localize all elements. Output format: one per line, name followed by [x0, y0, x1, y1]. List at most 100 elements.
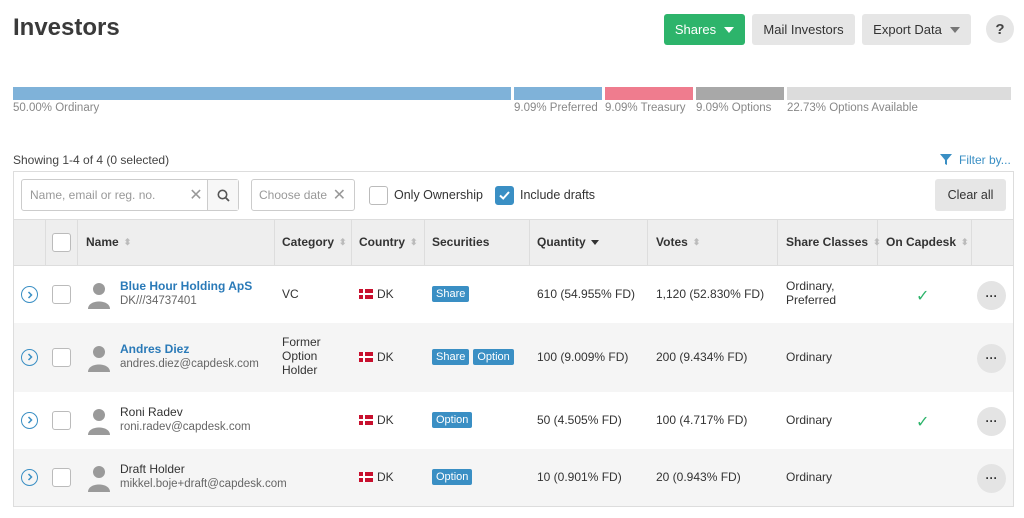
distribution-bar-options	[696, 87, 784, 100]
avatar-icon	[86, 464, 112, 492]
search-input[interactable]	[22, 180, 185, 210]
distribution-bar-available	[787, 87, 1011, 100]
export-data-label: Export Data	[873, 22, 942, 37]
votes-cell: 1,120 (52.830% FD)	[656, 287, 765, 301]
column-securities-label: Securities	[432, 235, 490, 249]
row-actions-button[interactable]: ···	[977, 281, 1006, 310]
investor-name[interactable]: Blue Hour Holding ApS	[120, 279, 300, 293]
sort-desc-icon	[590, 239, 599, 245]
row-actions-button[interactable]: ···	[977, 406, 1006, 436]
column-header-category[interactable]: Category ⬍	[282, 235, 347, 249]
security-badge: Share	[432, 348, 470, 365]
column-divider	[971, 220, 972, 266]
expand-row-icon[interactable]	[21, 348, 38, 366]
column-header-securities: Securities	[432, 235, 489, 249]
column-header-votes[interactable]: Votes ⬍	[656, 235, 700, 249]
column-divider	[424, 220, 425, 266]
sort-icon: ⬍	[692, 236, 701, 247]
column-header-share-classes[interactable]: Share Classes ⬍	[786, 235, 881, 249]
column-divider	[351, 220, 352, 266]
column-header-on-capdesk[interactable]: On Capdesk ⬍	[886, 235, 969, 249]
distribution-label-preferred: 9.09% Preferred	[514, 102, 598, 114]
country-code: DK	[377, 412, 394, 427]
row-select-checkbox[interactable]	[52, 410, 71, 430]
distribution-label-ordinary: 50.00% Ordinary	[13, 102, 100, 114]
column-quantity-label: Quantity	[537, 235, 586, 249]
flag-dk-icon	[359, 414, 373, 425]
date-picker[interactable]: Choose date ✕	[251, 179, 355, 211]
distribution-bar-treasury	[605, 87, 693, 100]
country-code: DK	[377, 287, 394, 301]
category-cell: VC	[282, 287, 299, 301]
only-ownership-checkbox[interactable]	[369, 186, 388, 205]
securities-cell: Share Option	[432, 348, 518, 365]
quantity-cell: 610 (54.955% FD)	[537, 287, 636, 301]
column-votes-label: Votes	[656, 235, 688, 249]
clear-date-icon[interactable]: ✕	[333, 185, 346, 205]
shares-button[interactable]: Shares	[664, 14, 745, 45]
investor-name[interactable]: Andres Diez	[120, 342, 300, 356]
sort-icon: ⬍	[123, 236, 132, 247]
distribution-label-treasury: 9.09% Treasury	[605, 102, 686, 114]
column-on-capdesk-label: On Capdesk	[886, 235, 957, 249]
country-code: DK	[377, 469, 394, 484]
column-divider	[77, 220, 78, 266]
avatar-icon	[86, 281, 112, 309]
row-actions-button[interactable]: ···	[977, 463, 1006, 493]
include-drafts-label: Include drafts	[520, 188, 596, 202]
row-select-checkbox[interactable]	[52, 467, 71, 487]
export-data-button[interactable]: Export Data	[862, 14, 971, 45]
flag-dk-icon	[359, 471, 373, 482]
checkmark-icon	[499, 191, 510, 200]
on-capdesk-check-icon: ✓	[916, 413, 930, 431]
investor-name-cell: Blue Hour Holding ApS DK///34737401	[120, 279, 300, 307]
include-drafts-checkbox[interactable]	[495, 186, 514, 205]
expand-row-icon[interactable]	[21, 468, 38, 486]
sort-icon: ⬍	[339, 236, 347, 247]
column-category-label: Category	[282, 235, 335, 249]
column-header-quantity[interactable]: Quantity	[537, 235, 599, 249]
securities-cell: Option	[432, 411, 476, 428]
investor-name: Draft Holder	[120, 461, 185, 476]
flag-dk-icon	[359, 289, 373, 299]
share-classes-cell: Ordinary	[786, 349, 833, 364]
distribution-bar-preferred	[514, 87, 602, 100]
investor-contact: mikkel.boje+draft@capdesk.com	[120, 477, 287, 490]
share-classes-cell: Ordinary	[786, 412, 833, 427]
select-all-checkbox[interactable]	[52, 233, 71, 252]
clear-search-icon[interactable]: ✕	[185, 180, 207, 210]
expand-row-icon[interactable]	[21, 411, 38, 429]
caret-down-icon	[949, 26, 960, 33]
country-cell: DK	[359, 470, 394, 484]
row-select-checkbox[interactable]	[52, 347, 71, 367]
help-button[interactable]: ?	[986, 15, 1014, 43]
column-header-name[interactable]: Name ⬍	[86, 235, 131, 249]
distribution-bar-ordinary	[13, 87, 511, 100]
votes-cell: 100 (4.717% FD)	[656, 412, 748, 427]
expand-row-icon[interactable]	[21, 286, 38, 303]
date-placeholder: Choose date	[259, 188, 328, 202]
quantity-cell: 50 (4.505% FD)	[537, 412, 622, 427]
search-box: ✕	[21, 179, 239, 211]
security-badge: Option	[432, 468, 473, 485]
avatar-icon	[86, 344, 112, 372]
sort-icon: ⬍	[961, 236, 969, 247]
column-divider	[274, 220, 275, 266]
caret-down-icon	[724, 26, 735, 33]
only-ownership-label: Only Ownership	[394, 188, 483, 202]
security-badge: Share	[432, 286, 470, 302]
distribution-label-options: 9.09% Options	[696, 102, 772, 114]
shares-button-label: Shares	[674, 22, 717, 37]
search-button[interactable]	[207, 180, 238, 210]
column-share-classes-label: Share Classes	[786, 235, 869, 249]
country-cell: DK	[359, 413, 394, 427]
row-actions-button[interactable]: ···	[977, 343, 1006, 373]
clear-all-button[interactable]: Clear all	[935, 179, 1006, 211]
filter-by-link[interactable]: Filter by...	[940, 153, 1011, 167]
column-header-country[interactable]: Country ⬍	[359, 235, 418, 249]
votes-cell: 200 (9.434% FD)	[656, 349, 748, 364]
investor-name-cell: Andres Diez andres.diez@capdesk.com	[120, 342, 300, 370]
row-select-checkbox[interactable]	[52, 285, 71, 304]
mail-investors-button[interactable]: Mail Investors	[752, 14, 855, 45]
quantity-cell: 10 (0.901% FD)	[537, 469, 622, 484]
